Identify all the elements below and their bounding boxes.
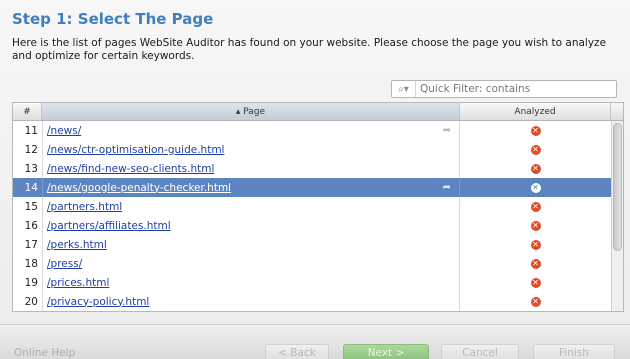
scrollbar-thumb[interactable] [613, 123, 622, 251]
not-analyzed-icon: ✕ [530, 144, 541, 155]
quick-filter-input[interactable] [416, 81, 614, 97]
vertical-scrollbar[interactable] [611, 121, 623, 311]
table-row[interactable]: 17 /perks.html ✕ [13, 235, 611, 254]
not-analyzed-icon: ✕ [530, 163, 541, 174]
row-number: 15 [24, 200, 38, 213]
page-link[interactable]: /privacy-policy.html [47, 296, 149, 308]
row-number: 14 [24, 181, 38, 194]
table-header: # ▴ Page Analyzed [13, 103, 623, 121]
table-row[interactable]: 12 /news/ctr-optimisation-guide.html ✕ [13, 140, 611, 159]
table-row[interactable]: 19 /prices.html ✕ [13, 273, 611, 292]
table-row-selected[interactable]: 14 /news/google-penalty-checker.html ➦ ✕ [13, 178, 611, 197]
not-analyzed-icon: ✕ [530, 239, 541, 250]
not-analyzed-icon: ✕ [530, 258, 541, 269]
table-row[interactable]: 13 /news/find-new-seo-clients.html ✕ [13, 159, 611, 178]
row-number: 13 [24, 162, 38, 175]
row-number: 12 [24, 143, 38, 156]
column-header-page[interactable]: ▴ Page [42, 103, 460, 120]
page-link[interactable]: /perks.html [47, 239, 107, 251]
pages-table: # ▴ Page Analyzed 11 /news/ ➦ ✕ 12 /news/… [12, 102, 624, 312]
not-analyzed-icon: ✕ [530, 182, 541, 193]
share-arrow-icon[interactable]: ➦ [443, 182, 451, 193]
page-link[interactable]: /partners/affiliates.html [47, 220, 171, 232]
not-analyzed-icon: ✕ [530, 201, 541, 212]
online-help-link[interactable]: Online Help [14, 344, 75, 359]
page-link[interactable]: /prices.html [47, 277, 109, 289]
row-number: 17 [24, 238, 38, 251]
table-row[interactable]: 15 /partners.html ✕ [13, 197, 611, 216]
not-analyzed-icon: ✕ [530, 220, 541, 231]
column-header-number[interactable]: # [13, 103, 42, 120]
search-icon[interactable]: ⌕▾ [392, 81, 416, 97]
wizard-panel: Step 1: Select The Page Here is the list… [0, 0, 630, 359]
finish-button[interactable]: Finish [533, 344, 615, 359]
not-analyzed-icon: ✕ [530, 125, 541, 136]
row-number: 16 [24, 219, 38, 232]
step-description: Here is the list of pages WebSite Audito… [12, 37, 607, 62]
back-button[interactable]: < Back [265, 344, 329, 359]
share-arrow-icon[interactable]: ➦ [443, 125, 451, 136]
wizard-footer: Online Help < Back Next > Cancel Finish [0, 324, 630, 359]
page-link[interactable]: /news/ [47, 125, 81, 137]
table-row[interactable]: 16 /partners/affiliates.html ✕ [13, 216, 611, 235]
not-analyzed-icon: ✕ [530, 277, 541, 288]
table-row[interactable]: 20 /privacy-policy.html ✕ [13, 292, 611, 311]
row-number: 20 [24, 295, 38, 308]
page-link[interactable]: /press/ [47, 258, 82, 270]
table-row[interactable]: 18 /press/ ✕ [13, 254, 611, 273]
cancel-button[interactable]: Cancel [441, 344, 519, 359]
column-header-corner [611, 103, 623, 120]
page-link[interactable]: /news/google-penalty-checker.html [47, 182, 231, 194]
not-analyzed-icon: ✕ [530, 296, 541, 307]
page-link[interactable]: /partners.html [47, 201, 122, 213]
row-number: 19 [24, 276, 38, 289]
row-number: 18 [24, 257, 38, 270]
table-row[interactable]: 11 /news/ ➦ ✕ [13, 121, 611, 140]
page-title: Step 1: Select The Page [12, 10, 214, 28]
next-button[interactable]: Next > [343, 344, 429, 359]
table-body: 11 /news/ ➦ ✕ 12 /news/ctr-optimisation-g… [13, 121, 611, 311]
page-link[interactable]: /news/find-new-seo-clients.html [47, 163, 214, 175]
page-link[interactable]: /news/ctr-optimisation-guide.html [47, 144, 224, 156]
quick-filter: ⌕▾ [391, 80, 617, 98]
row-number: 11 [24, 124, 38, 137]
column-header-analyzed[interactable]: Analyzed [460, 103, 611, 120]
